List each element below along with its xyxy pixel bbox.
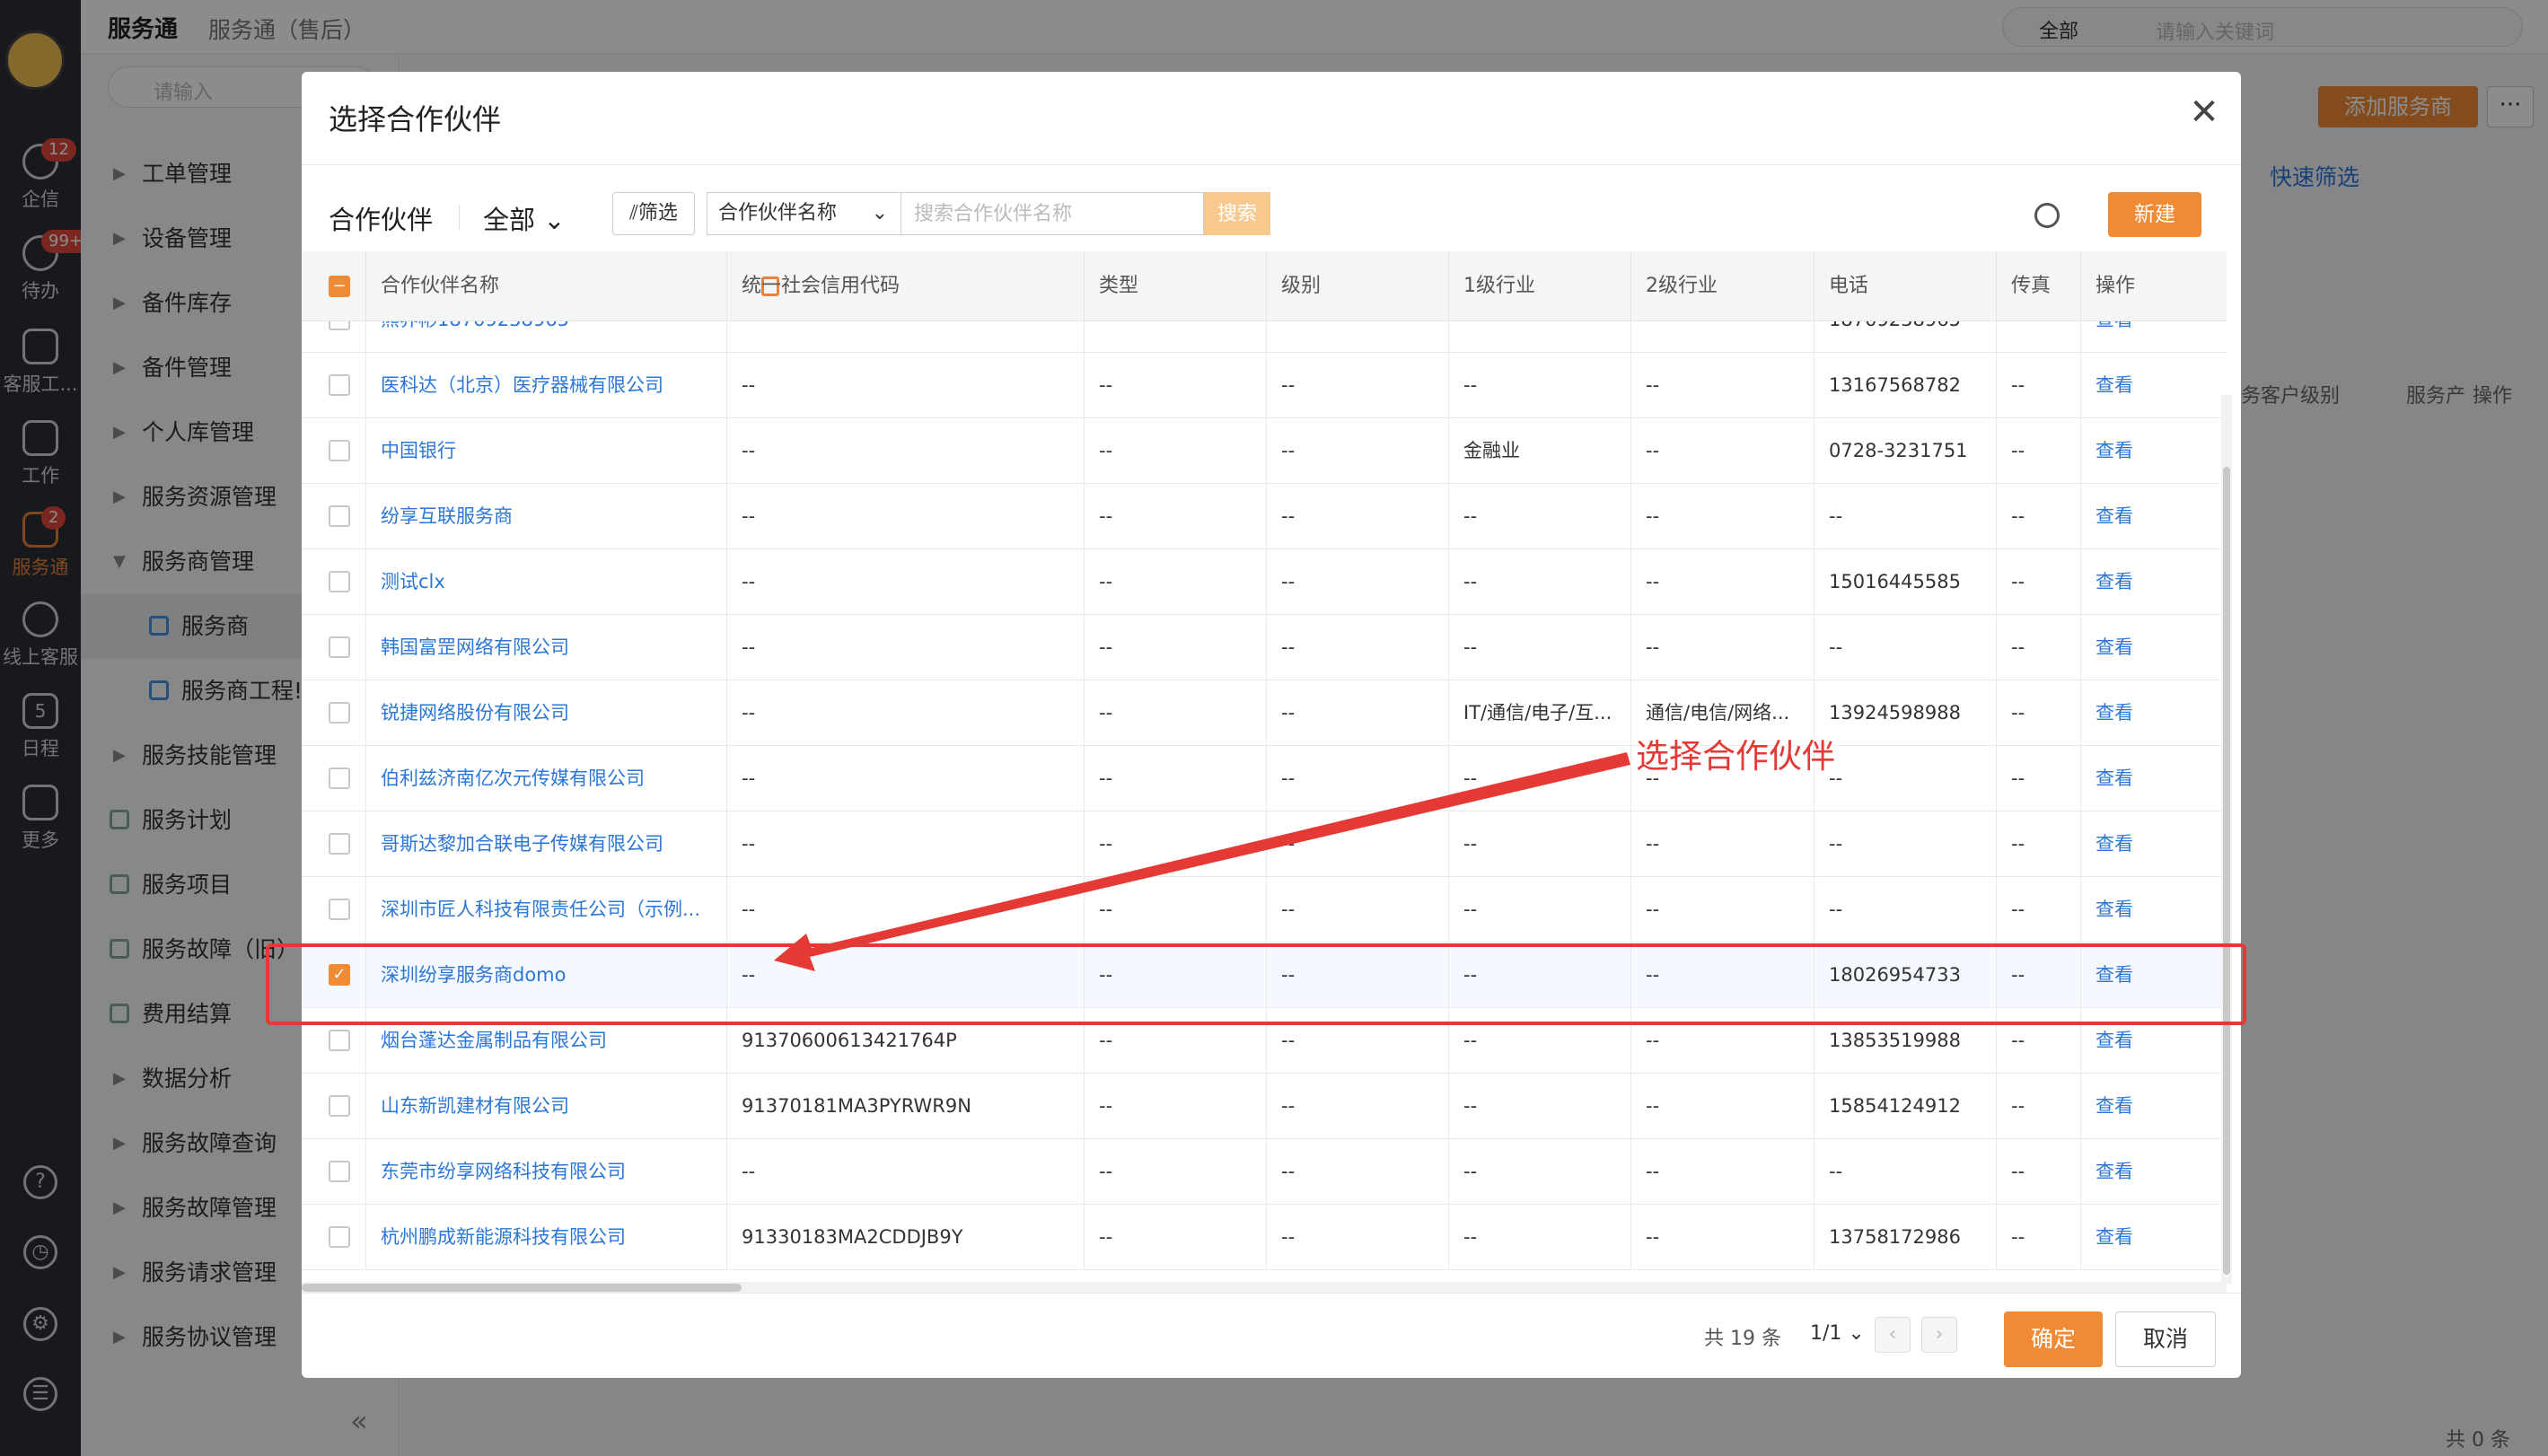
annotation-arrow [774, 752, 1630, 971]
annotation-label: 选择合作伙伴 [1636, 737, 1835, 776]
app-window: 企信 12 待办 99+ 客服工... 工作 服务通 2 线上客服 5 日程 更多 ? ◷ ⚙ ☰ 服… [0, 0, 2548, 1456]
